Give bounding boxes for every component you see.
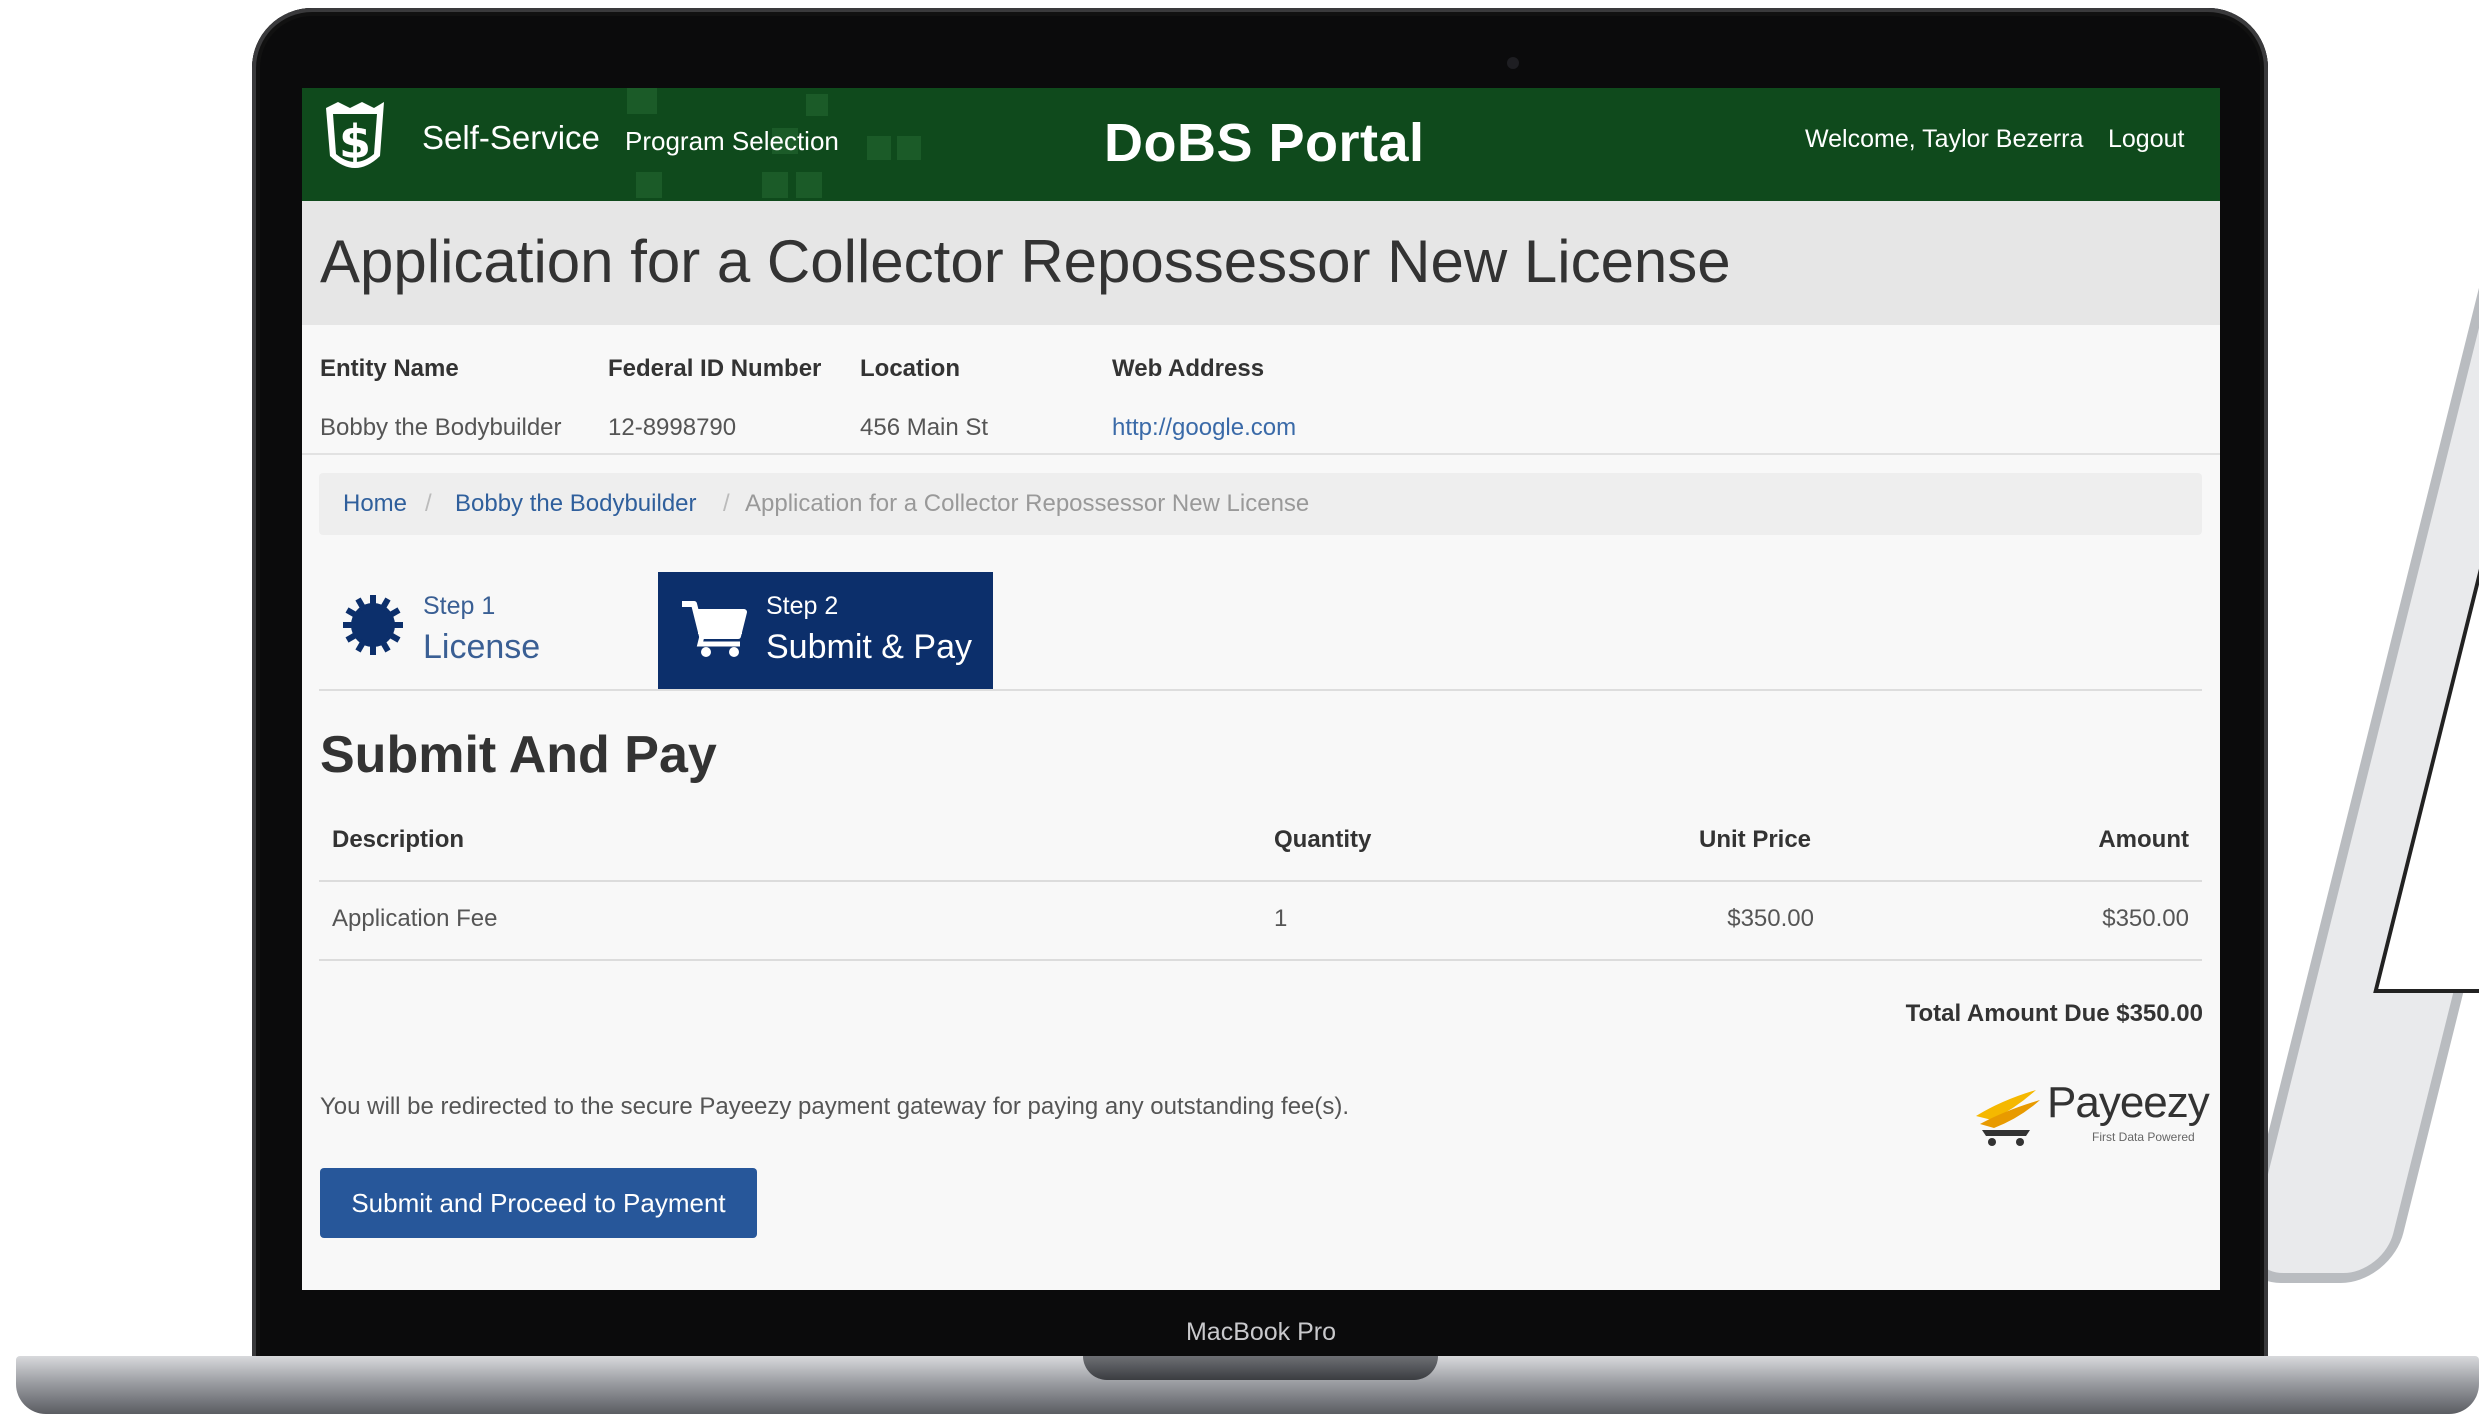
nav-pattern [636, 172, 662, 198]
dollar-seal-logo-icon[interactable]: $ [320, 98, 390, 182]
tablet-screen [2373, 293, 2479, 993]
page-header-band: Application for a Collector Repossessor … [302, 201, 2220, 325]
breadcrumb-separator: / [723, 490, 730, 517]
laptop-notch [1083, 1356, 1438, 1380]
column-header-amount: Amount [2098, 826, 2189, 853]
browser-screen: $ Self-Service Program Selection DoBS Po… [302, 88, 2220, 1290]
breadcrumb-home[interactable]: Home [343, 490, 407, 518]
program-selection-link[interactable]: Program Selection [625, 126, 839, 157]
portal-title: DoBS Portal [1104, 113, 1425, 173]
background-tablet [2230, 183, 2479, 1283]
step-2-number: Step 2 [766, 592, 839, 620]
nav-pattern [897, 136, 921, 160]
step-2-tab-active[interactable]: Step 2 Submit & Pay [658, 572, 993, 691]
column-header-description: Description [332, 826, 465, 853]
top-navbar: $ Self-Service Program Selection DoBS Po… [302, 88, 2220, 201]
nav-pattern [627, 88, 657, 114]
column-header-quantity: Quantity [1274, 826, 1372, 853]
location-value: 456 Main St [860, 414, 989, 441]
table-divider [319, 880, 2202, 882]
self-service-link[interactable]: Self-Service [422, 119, 600, 157]
column-header-unit-price: Unit Price [1699, 826, 1812, 853]
federal-id-label: Federal ID Number [608, 355, 822, 382]
cell-amount: $350.00 [2102, 905, 2189, 932]
entity-name-label: Entity Name [320, 355, 459, 382]
info-divider [302, 453, 2220, 455]
nav-pattern [796, 172, 822, 198]
shopping-cart-icon [682, 601, 747, 657]
cell-unit-price: $350.00 [1727, 905, 1814, 932]
payeezy-name: Payeezy [2047, 1078, 2210, 1127]
step-1-label[interactable]: License [423, 628, 540, 667]
camera-dot [1507, 57, 1519, 69]
breadcrumb: Home / Bobby the Bodybuilder / Applicati… [319, 473, 2202, 535]
page-title: Application for a Collector Repossessor … [320, 228, 1731, 295]
web-address-link[interactable]: http://google.com [1112, 414, 1296, 442]
payeezy-logo: Payeezy First Data Powered [1972, 1078, 2210, 1148]
step-2-label: Submit & Pay [766, 628, 972, 666]
federal-id-value: 12-8998790 [608, 414, 737, 441]
breadcrumb-current: Application for a Collector Repossessor … [745, 490, 1310, 517]
steps-divider [319, 689, 2202, 691]
web-address-label: Web Address [1112, 355, 1265, 382]
cell-quantity: 1 [1274, 905, 1288, 932]
section-title: Submit And Pay [320, 726, 717, 784]
svg-text:$: $ [339, 115, 371, 169]
nav-pattern [762, 172, 788, 198]
nav-pattern [867, 136, 891, 160]
gear-badge-icon[interactable] [342, 594, 404, 656]
step-1-number[interactable]: Step 1 [423, 592, 495, 621]
breadcrumb-entity[interactable]: Bobby the Bodybuilder [455, 490, 697, 518]
breadcrumb-separator: / [425, 490, 432, 517]
entity-name-value: Bobby the Bodybuilder [320, 414, 562, 441]
cell-description: Application Fee [332, 905, 498, 932]
table-divider [319, 959, 2202, 961]
nav-pattern [806, 94, 828, 116]
device-brand-label: MacBook Pro [1185, 1318, 1337, 1346]
payeezy-cart-icon [1976, 1090, 2040, 1146]
welcome-text: Welcome, Taylor Bezerra [1805, 125, 2084, 153]
total-amount-due: Total Amount Due $350.00 [1905, 1000, 2203, 1027]
location-label: Location [860, 355, 960, 382]
payeezy-tagline: First Data Powered [2092, 1130, 2195, 1144]
submit-and-pay-button[interactable]: Submit and Proceed to Payment [320, 1168, 757, 1238]
redirect-note: You will be redirected to the secure Pay… [320, 1093, 1350, 1120]
logout-link[interactable]: Logout [2108, 125, 2184, 154]
